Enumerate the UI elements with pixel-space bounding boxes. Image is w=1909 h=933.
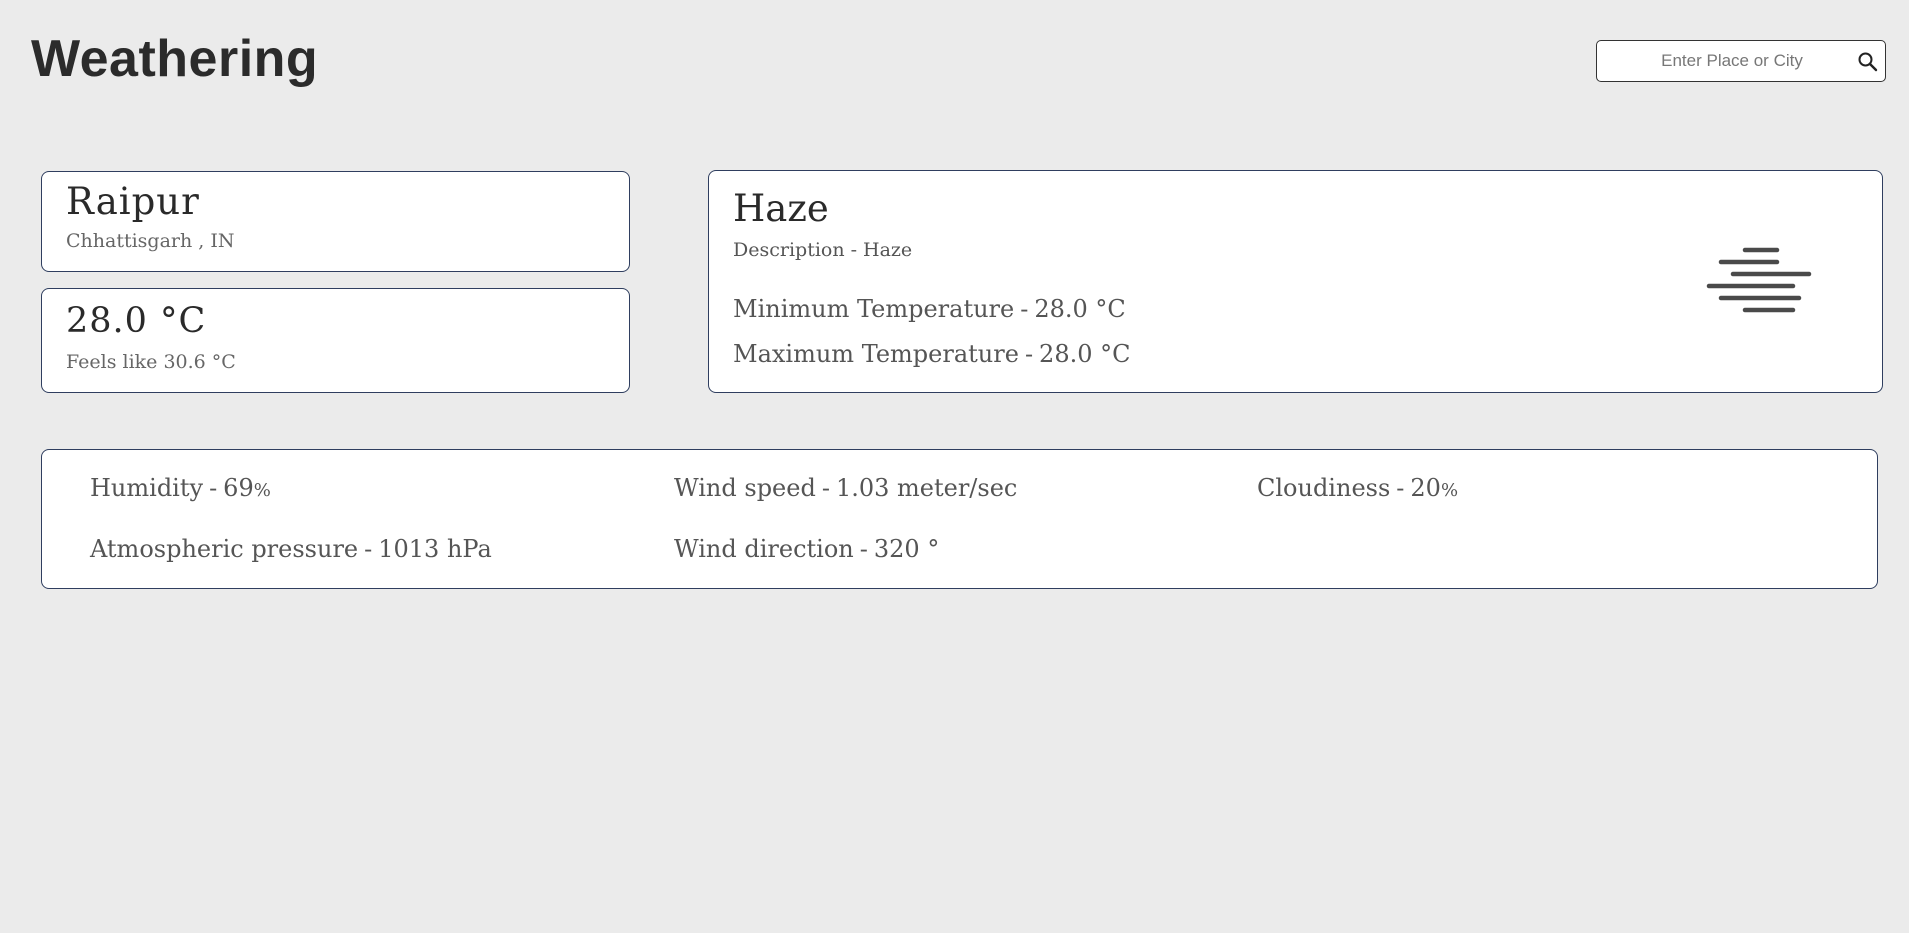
separator: - bbox=[1396, 474, 1405, 502]
wind-speed-row: Wind speed -1.03 meter/sec bbox=[674, 474, 1017, 502]
search-input[interactable] bbox=[1597, 41, 1847, 81]
weather-card: Haze Description - Haze Minimum Temperatur… bbox=[708, 170, 1883, 393]
pressure-label: Atmospheric pressure bbox=[90, 535, 359, 563]
max-temperature-value: 28.0 °C bbox=[1039, 340, 1131, 368]
separator: - bbox=[209, 474, 218, 502]
humidity-value: 69 bbox=[223, 474, 254, 502]
weather-condition: Haze bbox=[733, 187, 829, 230]
min-temperature-label: Minimum Temperature bbox=[733, 295, 1015, 323]
min-temperature-row: Minimum Temperature -28.0 °C bbox=[733, 295, 1126, 323]
separator: - bbox=[364, 535, 373, 563]
current-temperature: 28.0 °C bbox=[66, 301, 207, 341]
description-row: Description - Haze bbox=[733, 239, 912, 261]
humidity-label: Humidity bbox=[90, 474, 204, 502]
details-card: Humidity -69% Wind speed -1.03 meter/sec C… bbox=[41, 449, 1878, 589]
wind-speed-value: 1.03 meter/sec bbox=[835, 474, 1018, 502]
cloudiness-value: 20 bbox=[1410, 474, 1441, 502]
city-name: Raipur bbox=[66, 180, 200, 223]
wind-direction-row: Wind direction -320 ° bbox=[674, 535, 939, 563]
cloudiness-label: Cloudiness bbox=[1257, 474, 1391, 502]
separator: - bbox=[1024, 340, 1034, 368]
app-title: Weathering bbox=[31, 30, 319, 88]
max-temperature-label: Maximum Temperature bbox=[733, 340, 1019, 368]
haze-icon bbox=[1703, 245, 1813, 319]
description-value: Haze bbox=[863, 239, 913, 261]
cloudiness-row: Cloudiness -20% bbox=[1257, 474, 1458, 502]
cloudiness-unit: % bbox=[1440, 480, 1459, 501]
description-label: Description bbox=[733, 239, 845, 261]
wind-direction-value: 320 ° bbox=[873, 535, 940, 563]
separator: - bbox=[850, 239, 858, 261]
min-temperature-value: 28.0 °C bbox=[1034, 295, 1126, 323]
separator: - bbox=[1020, 295, 1029, 323]
pressure-value: 1013 hPa bbox=[378, 535, 492, 563]
feels-like: Feels like 30.6 °C bbox=[66, 351, 236, 373]
max-temperature-row: Maximum Temperature -28.0 °C bbox=[733, 340, 1130, 368]
location-card: Raipur Chhattisgarh , IN bbox=[41, 171, 630, 272]
pressure-row: Atmospheric pressure -1013 hPa bbox=[90, 535, 492, 563]
humidity-row: Humidity -69% bbox=[90, 474, 271, 502]
region-country: Chhattisgarh , IN bbox=[66, 230, 235, 252]
wind-direction-label: Wind direction bbox=[674, 535, 854, 563]
separator: - bbox=[859, 535, 868, 563]
separator: - bbox=[821, 474, 830, 502]
temperature-card: 28.0 °C Feels like 30.6 °C bbox=[41, 288, 630, 393]
search-icon[interactable] bbox=[1855, 49, 1881, 75]
wind-speed-label: Wind speed bbox=[674, 474, 816, 502]
humidity-unit: % bbox=[253, 480, 271, 501]
search-box bbox=[1596, 40, 1886, 82]
